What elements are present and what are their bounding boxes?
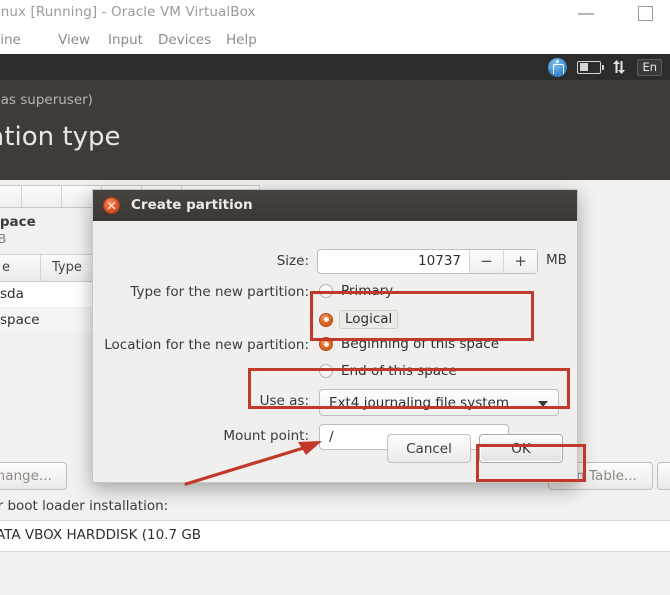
minimize-button[interactable]: [570, 0, 604, 28]
radio-logical-indicator[interactable]: [319, 312, 333, 327]
radio-beginning-of-space[interactable]: Beginning of this space: [319, 336, 499, 352]
menu-devices[interactable]: Devices: [158, 32, 211, 48]
cancel-button[interactable]: Cancel: [387, 434, 471, 463]
revert-button[interactable]: R: [657, 462, 670, 490]
radio-beginning-indicator[interactable]: [319, 337, 333, 351]
menu-machine[interactable]: achine: [0, 32, 21, 48]
size-unit-label: MB: [546, 252, 567, 268]
dialog-title: Create partition: [131, 197, 253, 213]
ubuntu-top-panel: En: [0, 54, 670, 80]
size-label: Size:: [276, 253, 309, 269]
vbox-menubar: achine View Input Devices Help: [0, 28, 670, 54]
row-device: space: [0, 312, 40, 328]
keyboard-layout-indicator[interactable]: En: [637, 58, 662, 76]
size-decrement-button[interactable]: −: [469, 250, 503, 273]
mount-point-label: Mount point:: [223, 428, 309, 444]
accessibility-icon[interactable]: [548, 57, 568, 77]
change-button[interactable]: Change...: [0, 462, 67, 490]
menu-help[interactable]: Help: [226, 32, 257, 48]
partition-type-label: Type for the new partition:: [130, 284, 309, 300]
use-as-select[interactable]: Ext4 journaling file system: [319, 389, 559, 416]
free-space-size: GB: [0, 231, 7, 246]
minimize-icon: [578, 13, 594, 15]
dialog-titlebar: Create partition: [93, 190, 577, 221]
row-device: sda: [0, 286, 24, 302]
free-space-label: e space: [0, 214, 36, 230]
installer-header: tall (as superuser) allation type: [0, 80, 670, 180]
ok-button[interactable]: OK: [479, 434, 563, 463]
radio-end-of-space[interactable]: End of this space: [319, 363, 457, 379]
column-type: Type: [52, 260, 82, 275]
radio-primary-indicator[interactable]: [319, 284, 333, 298]
size-increment-button[interactable]: +: [503, 250, 537, 273]
maximize-button[interactable]: [630, 0, 664, 28]
close-icon[interactable]: [103, 197, 120, 214]
bootloader-label: e for boot loader installation:: [0, 498, 169, 514]
use-as-label: Use as:: [259, 393, 309, 409]
chevron-down-icon: [538, 400, 548, 407]
window-title: tu-linux [Running] - Oracle VM VirtualBo…: [0, 4, 256, 20]
screenshot-root: tu-linux [Running] - Oracle VM VirtualBo…: [0, 0, 670, 595]
maximize-icon: [638, 6, 653, 21]
partition-location-label: Location for the new partition:: [104, 337, 309, 353]
radio-end-indicator[interactable]: [319, 364, 333, 378]
dialog-body: Size: 10737 − + MB Type for the new part…: [93, 221, 577, 482]
vbox-titlebar: tu-linux [Running] - Oracle VM VirtualBo…: [0, 0, 670, 29]
network-updown-icon[interactable]: [611, 59, 627, 75]
bootloader-device-select[interactable]: /sda ATA VBOX HARDDISK (10.7 GB: [0, 520, 670, 552]
radio-logical-label: Logical: [339, 310, 399, 329]
size-spinner[interactable]: 10737 − +: [317, 249, 538, 274]
radio-logical[interactable]: Logical: [319, 310, 399, 329]
radio-primary-label: Primary: [341, 283, 394, 299]
use-as-value: Ext4 journaling file system: [329, 394, 509, 411]
create-partition-dialog: Create partition Size: 10737 − + MB Type…: [92, 189, 578, 483]
size-input[interactable]: 10737: [318, 250, 469, 273]
menu-input[interactable]: Input: [108, 32, 143, 48]
menu-view[interactable]: View: [58, 32, 90, 48]
dialog-button-row: Cancel OK: [387, 434, 563, 463]
battery-icon[interactable]: [577, 60, 605, 74]
radio-end-label: End of this space: [341, 363, 457, 379]
page-title: allation type: [0, 122, 121, 152]
mount-point-value[interactable]: /: [320, 429, 334, 445]
radio-beginning-label: Beginning of this space: [341, 336, 499, 352]
radio-primary[interactable]: Primary: [319, 283, 393, 299]
panel-indicator-area: En: [548, 54, 662, 80]
bootloader-value: ATA VBOX HARDDISK (10.7 GB: [0, 527, 202, 543]
column-device: e: [2, 260, 10, 275]
installer-subtitle: tall (as superuser): [0, 92, 93, 108]
